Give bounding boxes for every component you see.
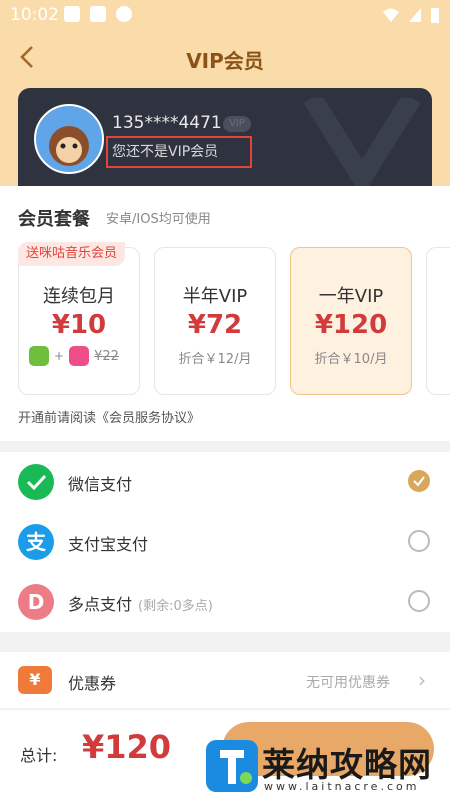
- watermark-url: www.laitnacre.com: [264, 780, 420, 793]
- vip-badge: VIP: [223, 116, 251, 132]
- wechat-pay-icon: [18, 464, 54, 500]
- chevron-right-icon: ›: [418, 668, 426, 692]
- payment-label: 多点支付 (剩余:0多点): [68, 591, 213, 615]
- radio-unselected[interactable]: [408, 590, 430, 612]
- signal-icon: [409, 8, 421, 22]
- coupon-icon: ¥: [18, 666, 52, 694]
- agreement-link[interactable]: 开通前请阅读《会员服务协议》: [18, 407, 200, 426]
- phone-number: 135****4471: [112, 113, 222, 133]
- app-notification-icon: [90, 6, 106, 22]
- plan-name: 一年VIP: [318, 286, 384, 307]
- coupon-label: 优惠券: [68, 674, 117, 693]
- vip-watermark-icon: [303, 98, 421, 188]
- plans-title: 会员套餐: [18, 209, 90, 230]
- plan-card-partial[interactable]: [426, 247, 450, 395]
- play-notification-icon: [116, 6, 132, 22]
- plan-card-half-year[interactable]: 半年VIP ¥72 折合￥12/月: [154, 247, 276, 395]
- payment-option-wechat[interactable]: 微信支付: [0, 452, 450, 512]
- plan-price: ¥72: [187, 310, 243, 340]
- monkey-avatar-icon: [49, 126, 89, 166]
- plan-price: ¥120: [314, 310, 388, 340]
- watermark-text: 莱纳攻略网: [262, 745, 432, 784]
- payment-label: 微信支付: [68, 475, 133, 494]
- kids-app-logo-icon: [29, 346, 49, 366]
- bundle-logos: + ¥22: [29, 346, 119, 366]
- payment-label: 支付宝支付: [68, 535, 149, 554]
- payment-option-alipay[interactable]: 支 支付宝支付: [0, 512, 450, 572]
- duodian-icon: D: [18, 584, 54, 620]
- membership-status: 您还不是VIP会员: [112, 144, 219, 160]
- coupon-value: 无可用优惠券: [306, 675, 390, 691]
- wifi-icon: [383, 8, 399, 22]
- plan-note: 折合￥10/月: [314, 352, 388, 367]
- plan-note: 折合￥12/月: [178, 352, 252, 367]
- status-system-icons: [382, 6, 440, 24]
- watermark-logo-icon: [206, 740, 258, 792]
- battery-icon: [431, 8, 439, 23]
- plan-name: 半年VIP: [182, 286, 248, 307]
- total-label: 总计:: [20, 746, 58, 765]
- total-price: ¥120: [82, 728, 172, 766]
- status-notification-icons: [64, 6, 132, 22]
- page-title: VIP会员: [186, 49, 264, 73]
- status-time: 10:02: [10, 5, 59, 25]
- plan-name: 连续包月: [43, 286, 115, 307]
- payment-balance: (剩余:0多点): [138, 599, 213, 614]
- gift-tag: 送咪咕音乐会员: [18, 242, 126, 266]
- plan-card-monthly[interactable]: 连续包月 ¥10 + ¥22: [18, 247, 140, 395]
- alipay-icon: 支: [18, 524, 54, 560]
- avatar[interactable]: [34, 104, 104, 174]
- original-price: ¥22: [94, 348, 119, 364]
- plan-price: ¥10: [51, 310, 107, 340]
- notification-icon: [64, 6, 80, 22]
- plan-card-yearly[interactable]: 一年VIP ¥120 折合￥10/月: [290, 247, 412, 395]
- migu-music-logo-icon: [69, 346, 90, 366]
- plans-subtitle: 安卓/IOS均可使用: [106, 212, 211, 227]
- payment-label-text: 多点支付: [68, 595, 133, 614]
- payment-option-duodian[interactable]: D 多点支付 (剩余:0多点): [0, 572, 450, 632]
- radio-unselected[interactable]: [408, 530, 430, 552]
- radio-selected[interactable]: [408, 470, 430, 492]
